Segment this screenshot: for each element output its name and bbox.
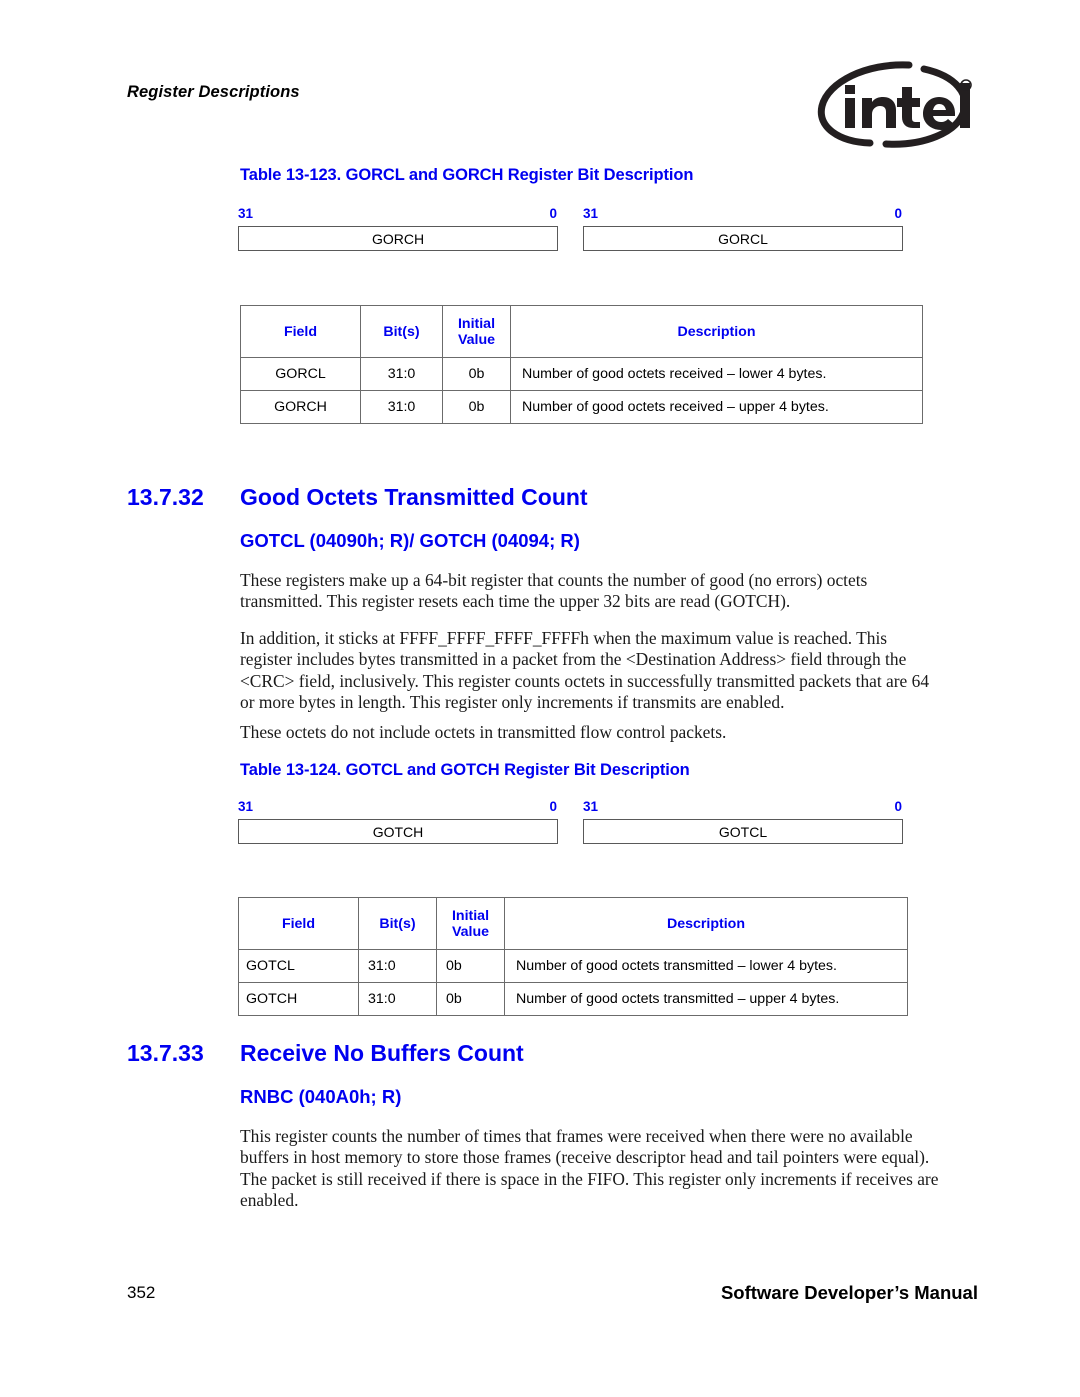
section-number: 13.7.32 <box>127 484 204 510</box>
paragraph: This register counts the number of times… <box>240 1126 939 1210</box>
cell-field: GORCL <box>240 357 361 391</box>
section-title: Good Octets Transmitted Count <box>240 484 588 510</box>
register-half-gotcl: 31 0 GOTCL <box>583 799 903 847</box>
cell-field: GORCH <box>240 390 361 424</box>
table-row: GOTCL 31:0 0b Number of good octets tran… <box>238 949 908 983</box>
cell-description: Number of good octets received – lower 4… <box>510 357 923 391</box>
bit-ticks: 31 0 <box>583 799 903 819</box>
cell-field: GOTCH <box>238 982 359 1016</box>
bit-low-label: 0 <box>894 799 902 814</box>
register-box-label: GOTCH <box>238 819 558 844</box>
register-diagram-gotc: 31 0 GOTCH 31 0 GOTCL <box>238 799 928 847</box>
initial-line2: Value <box>457 331 496 348</box>
register-box-label: GOTCL <box>583 819 903 844</box>
paragraph: In addition, it sticks at FFFF_FFFF_FFFF… <box>240 628 930 712</box>
section-title: Receive No Buffers Count <box>240 1040 524 1066</box>
register-half-gorcl: 31 0 GORCL <box>583 206 903 254</box>
table-header-row: Field Bit(s) Initial Value Description <box>240 305 923 358</box>
table-row: GORCL 31:0 0b Number of good octets rece… <box>240 357 923 391</box>
table-row: GORCH 31:0 0b Number of good octets rece… <box>240 390 923 424</box>
section-number: 13.7.33 <box>127 1040 204 1066</box>
register-box-label: GORCH <box>238 226 558 251</box>
footer-page-number: 352 <box>127 1283 156 1302</box>
paragraph: These octets do not include octets in tr… <box>240 722 727 742</box>
cell-field: GOTCL <box>238 949 359 983</box>
column-header-description: Description <box>510 305 923 358</box>
bit-ticks: 31 0 <box>238 799 558 819</box>
initial-line1: Initial <box>451 907 490 924</box>
initial-line1: Initial <box>457 315 496 332</box>
register-box-label: GORCL <box>583 226 903 251</box>
initial-line2: Value <box>451 923 490 940</box>
table-row: GOTCH 31:0 0b Number of good octets tran… <box>238 982 908 1016</box>
cell-bits: 31:0 <box>360 390 443 424</box>
cell-bits: 31:0 <box>358 949 437 983</box>
column-header-description: Description <box>504 897 908 950</box>
bit-high-label: 31 <box>583 799 599 814</box>
column-header-initial-value: Initial Value <box>442 305 511 358</box>
bit-ticks: 31 0 <box>238 206 558 226</box>
section-subtitle: GOTCL (04090h; R)/ GOTCH (04094; R) <box>240 530 580 551</box>
section-subtitle: RNBC (040A0h; R) <box>240 1086 402 1107</box>
cell-bits: 31:0 <box>358 982 437 1016</box>
bit-high-label: 31 <box>238 799 254 814</box>
intel-logo: R <box>806 57 976 149</box>
column-header-field: Field <box>240 305 361 358</box>
cell-description: Number of good octets received – upper 4… <box>510 390 923 424</box>
column-header-initial-value: Initial Value <box>436 897 505 950</box>
paragraph: These registers make up a 64-bit registe… <box>240 570 868 612</box>
register-half-gotch: 31 0 GOTCH <box>238 799 558 847</box>
cell-description: Number of good octets transmitted – uppe… <box>504 982 908 1016</box>
bit-description-table-13-123: Field Bit(s) Initial Value Description G… <box>240 305 923 424</box>
bit-low-label: 0 <box>549 799 557 814</box>
bit-high-label: 31 <box>583 206 599 221</box>
bit-low-label: 0 <box>549 206 557 221</box>
cell-initial-value: 0b <box>436 982 505 1016</box>
bit-low-label: 0 <box>894 206 902 221</box>
table-header-row: Field Bit(s) Initial Value Description <box>238 897 908 950</box>
column-header-bits: Bit(s) <box>358 897 437 950</box>
cell-initial-value: 0b <box>436 949 505 983</box>
cell-initial-value: 0b <box>442 390 511 424</box>
column-header-field: Field <box>238 897 359 950</box>
document-page: Register Descriptions R Table 13-123. GO… <box>0 0 1080 1397</box>
register-diagram-gorc: 31 0 GORCH 31 0 GORCL <box>238 206 928 254</box>
footer-manual-title: Software Developer’s Manual <box>720 1282 978 1303</box>
bit-ticks: 31 0 <box>583 206 903 226</box>
table-caption-13-124: Table 13-124. GOTCL and GOTCH Register B… <box>240 761 690 779</box>
cell-initial-value: 0b <box>442 357 511 391</box>
bit-high-label: 31 <box>238 206 254 221</box>
running-header: Register Descriptions <box>127 83 300 101</box>
cell-bits: 31:0 <box>360 357 443 391</box>
bit-description-table-13-124: Field Bit(s) Initial Value Description G… <box>238 897 908 1016</box>
register-half-gorch: 31 0 GORCH <box>238 206 558 254</box>
svg-text:R: R <box>963 83 968 90</box>
column-header-bits: Bit(s) <box>360 305 443 358</box>
cell-description: Number of good octets transmitted – lowe… <box>504 949 908 983</box>
table-caption-13-123: Table 13-123. GORCL and GORCH Register B… <box>240 166 694 184</box>
